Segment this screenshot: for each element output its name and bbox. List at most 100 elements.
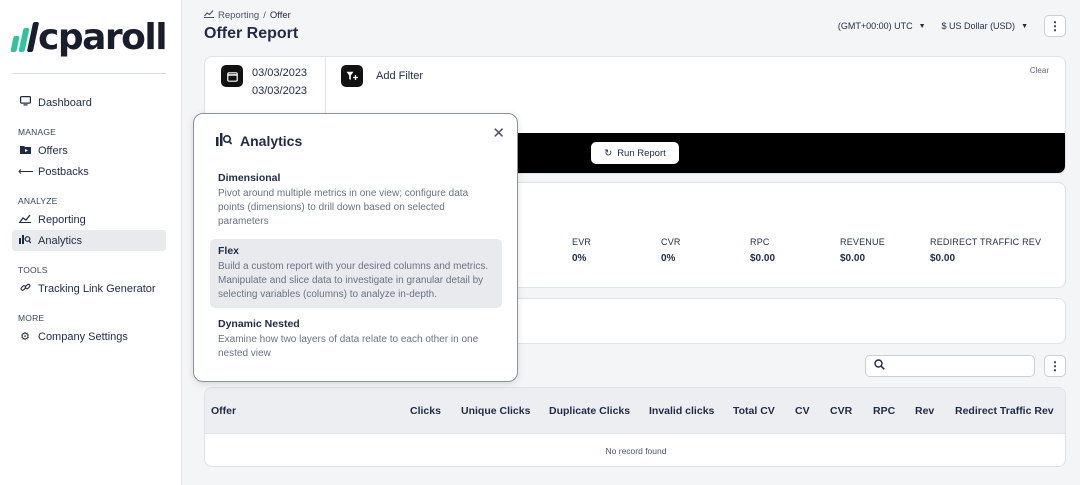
nav-section-tools: TOOLS (18, 265, 48, 275)
stat-value: $0.00 (930, 253, 956, 264)
option-title: Dynamic Nested (218, 318, 300, 330)
table-search[interactable] (865, 355, 1035, 377)
option-description: Build a custom report with your desired … (218, 261, 489, 300)
table-header: Offer Clicks Unique Clicks Duplicate Cli… (205, 388, 1065, 434)
stat-label: CVR (661, 237, 681, 247)
page-title: Offer Report (204, 25, 299, 42)
sidebar-item-dashboard[interactable]: Dashboard (12, 92, 166, 113)
stat-evr: EVR 0% (572, 237, 591, 264)
date-end: 03/03/2023 (252, 85, 308, 97)
analytics-option-dimensional[interactable]: Dimensional Pivot around multiple metric… (210, 166, 502, 235)
column-header-clicks[interactable]: Clicks (410, 405, 441, 417)
monitor-icon (18, 96, 32, 109)
header-controls: (GMT+00:00) UTC ▼ $ US Dollar (USD) ▼ ⋮ (838, 15, 1066, 37)
sidebar-item-reporting[interactable]: Reporting (12, 209, 166, 230)
logo-text: cparoll (38, 16, 168, 58)
sidebar: cparoll Dashboard MANAGE Offers ⟵ Postba… (0, 0, 182, 485)
currency-dropdown[interactable]: $ US Dollar (USD) ▼ (942, 21, 1028, 31)
stat-redirect-traffic-rev: REDIRECT TRAFFIC REV $0.00 (930, 237, 1041, 264)
sidebar-item-label: Offers (38, 144, 68, 157)
logo[interactable]: cparoll (10, 14, 168, 60)
breadcrumb: Reporting / Offer (204, 9, 291, 21)
stat-value: 0% (572, 253, 587, 264)
search-input[interactable] (889, 361, 1029, 371)
sidebar-item-company-settings[interactable]: ⚙ Company Settings (12, 326, 166, 347)
folder-icon (18, 145, 32, 157)
refresh-icon: ↻ (604, 147, 613, 159)
kebab-icon: ⋮ (1049, 359, 1061, 373)
option-description: Examine how two layers of data relate to… (218, 334, 479, 359)
date-start: 03/03/2023 (252, 67, 308, 79)
column-header-rev[interactable]: Rev (915, 405, 934, 417)
sidebar-item-postbacks[interactable]: ⟵ Postbacks (12, 161, 166, 182)
sidebar-item-label: Tracking Link Generator (38, 282, 156, 295)
empty-state-text: No record found (605, 446, 667, 456)
sidebar-item-analytics[interactable]: Analytics (12, 230, 166, 251)
option-title: Dimensional (218, 172, 281, 184)
popover-title: Analytics (240, 132, 303, 149)
analytics-popover: Analytics ✕ Dimensional Pivot around mul… (193, 113, 518, 382)
chart-icon (18, 213, 32, 226)
caret-down-icon: ▼ (918, 22, 926, 30)
table-more-button[interactable]: ⋮ (1044, 355, 1066, 377)
run-report-label: Run Report (617, 147, 666, 159)
currency-value: $ US Dollar (USD) (941, 21, 1016, 31)
gear-icon: ⚙ (20, 331, 30, 343)
popover-header: Analytics (216, 132, 302, 149)
logo-mark-icon (10, 22, 40, 52)
analytics-icon (216, 132, 233, 149)
timezone-value: (GMT+00:00) UTC (837, 21, 913, 31)
clear-button[interactable]: Clear (1030, 66, 1049, 75)
stat-label: EVR (572, 237, 592, 247)
sidebar-divider (12, 73, 166, 74)
add-filter-icon[interactable] (341, 65, 363, 87)
column-header-rpc[interactable]: RPC (873, 405, 895, 417)
report-table: Offer Clicks Unique Clicks Duplicate Cli… (204, 387, 1066, 467)
arrow-left-icon: ⟵ (18, 166, 34, 178)
analytics-option-flex[interactable]: Flex Build a custom report with your des… (210, 239, 502, 308)
column-header-unique-clicks[interactable]: Unique Clicks (461, 405, 530, 417)
kebab-icon: ⋮ (1049, 19, 1061, 33)
stat-revenue: REVENUE $0.00 (840, 237, 885, 264)
breadcrumb-link-reporting[interactable]: Reporting (218, 10, 259, 21)
column-header-cv[interactable]: CV (795, 405, 810, 417)
nav-section-more: MORE (18, 313, 45, 323)
sidebar-item-label: Analytics (38, 234, 83, 247)
column-header-duplicate-clicks[interactable]: Duplicate Clicks (549, 405, 630, 417)
breadcrumb-current: Offer (269, 9, 291, 21)
close-icon[interactable]: ✕ (492, 124, 505, 142)
reporting-icon (204, 9, 214, 21)
stat-value: $0.00 (750, 253, 776, 264)
stat-value: $0.00 (840, 253, 866, 264)
link-icon (18, 282, 32, 296)
column-header-invalid-clicks[interactable]: Invalid clicks (649, 405, 714, 417)
column-header-redirect-traffic-rev[interactable]: Redirect Traffic Rev (955, 405, 1054, 417)
add-filter-button[interactable]: Add Filter (376, 70, 423, 82)
nav-section-analyze: ANALYZE (18, 196, 58, 206)
option-title: Flex (218, 245, 240, 257)
column-header-cvr[interactable]: CVR (830, 405, 852, 417)
sidebar-item-label: Company Settings (38, 330, 128, 343)
sidebar-item-label: Reporting (38, 213, 86, 226)
header-more-button[interactable]: ⋮ (1044, 15, 1066, 37)
sidebar-item-label: Postbacks (38, 165, 89, 178)
column-header-total-cv[interactable]: Total CV (733, 405, 775, 417)
breadcrumb-separator: / (263, 9, 266, 21)
column-header-offer[interactable]: Offer (211, 405, 236, 417)
sidebar-nav: Dashboard MANAGE Offers ⟵ Postbacks ANAL… (12, 92, 166, 347)
nav-section-manage: MANAGE (18, 127, 57, 137)
timezone-dropdown[interactable]: (GMT+00:00) UTC ▼ (838, 21, 926, 31)
analytics-option-dynamic-nested[interactable]: Dynamic Nested Examine how two layers of… (210, 312, 502, 367)
calendar-icon (221, 65, 243, 87)
run-report-button[interactable]: ↻ Run Report (591, 142, 679, 164)
stat-label: RPC (750, 237, 770, 247)
option-description: Pivot around multiple metrics in one vie… (218, 188, 469, 227)
stat-label: REDIRECT TRAFFIC REV (930, 237, 1042, 247)
sidebar-item-offers[interactable]: Offers (12, 140, 166, 161)
stat-value: 0% (661, 253, 676, 264)
stat-label: REVENUE (840, 237, 885, 247)
sidebar-item-tracking-link-generator[interactable]: Tracking Link Generator (12, 278, 166, 299)
stat-cvr: CVR 0% (661, 237, 681, 264)
search-icon (874, 357, 885, 375)
stat-rpc: RPC $0.00 (750, 237, 775, 264)
